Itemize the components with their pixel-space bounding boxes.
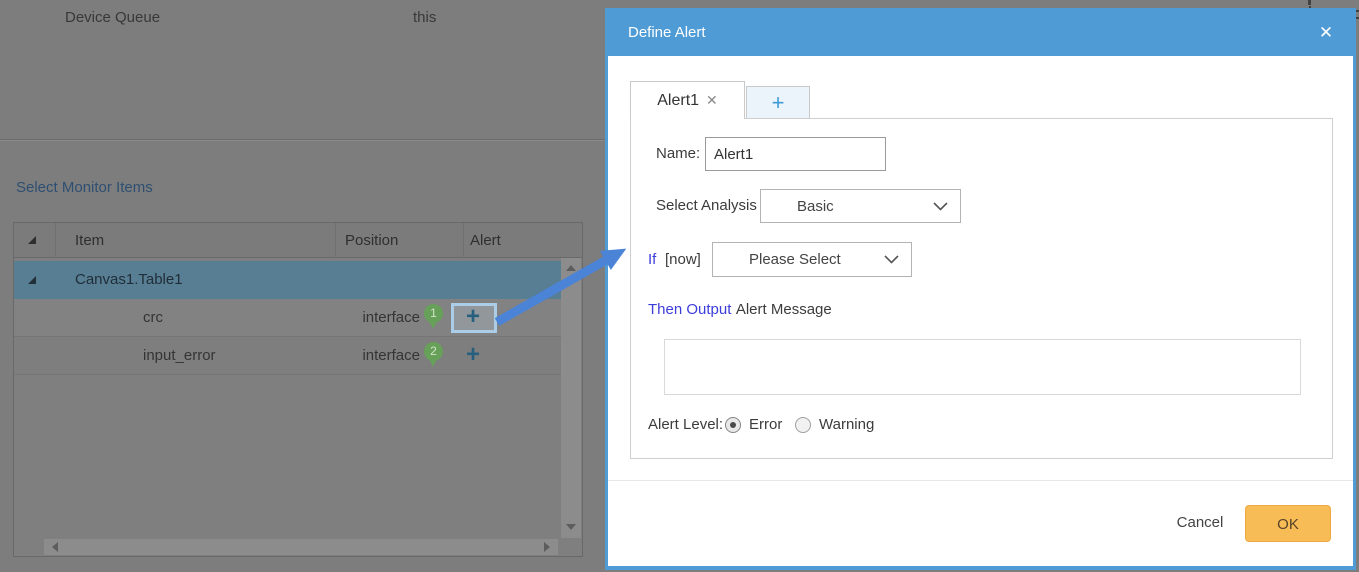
section-title: Select Monitor Items bbox=[16, 179, 153, 196]
define-alert-dialog: Define Alert ✕ Alert1 ✕ + Name: Select A… bbox=[605, 8, 1356, 570]
map-pin-icon: 2 bbox=[424, 342, 443, 367]
vertical-scrollbar[interactable] bbox=[561, 258, 581, 538]
condition-dropdown[interactable]: Please Select bbox=[712, 242, 912, 277]
radio-warning[interactable] bbox=[795, 417, 811, 433]
alert-message-label: Alert Message bbox=[735, 301, 832, 318]
table-header-row: Item Position Alert bbox=[14, 223, 582, 258]
map-pin-icon: 1 bbox=[424, 304, 443, 329]
then-output-row: Then Output Alert Message bbox=[648, 297, 832, 323]
tab-alert1[interactable]: Alert1 ✕ bbox=[630, 81, 745, 119]
screen: Device Queue this Select Monitor Items I… bbox=[0, 0, 1359, 572]
radio-warning-label[interactable]: Warning bbox=[819, 411, 874, 439]
table-row-input-error[interactable]: input_error interface 2 + bbox=[14, 337, 561, 375]
alert-form-panel: Name: Select Analysis Basic If [now] Ple… bbox=[630, 118, 1333, 459]
position-cell: interface bbox=[362, 347, 420, 364]
table-row-crc[interactable]: crc interface 1 + bbox=[14, 299, 561, 337]
group-expander-icon[interactable] bbox=[28, 276, 36, 284]
name-input[interactable] bbox=[705, 137, 886, 171]
dialog-title: Define Alert bbox=[628, 24, 706, 41]
alert-message-textarea[interactable] bbox=[664, 339, 1301, 395]
cancel-button[interactable]: Cancel bbox=[1164, 505, 1236, 541]
radio-error[interactable] bbox=[725, 417, 741, 433]
analysis-dropdown[interactable]: Basic bbox=[760, 189, 961, 223]
scroll-right-icon[interactable] bbox=[544, 542, 550, 552]
scroll-up-icon[interactable] bbox=[566, 265, 576, 271]
position-cell: interface bbox=[362, 309, 420, 326]
footer-divider bbox=[608, 480, 1353, 481]
add-alert-button[interactable]: + bbox=[461, 337, 485, 375]
add-tab-button[interactable]: + bbox=[746, 86, 810, 118]
add-alert-button[interactable]: + bbox=[461, 299, 485, 337]
condition-value: Please Select bbox=[749, 251, 841, 268]
group-row-label: Canvas1.Table1 bbox=[75, 271, 183, 288]
name-label: Name: bbox=[656, 145, 701, 162]
close-icon[interactable]: ✕ bbox=[1311, 10, 1341, 56]
tab-label: Alert1 bbox=[657, 91, 700, 109]
exclamation-icon bbox=[1308, 0, 1311, 5]
select-analysis-label: Select Analysis bbox=[656, 197, 757, 214]
plus-icon: + bbox=[771, 89, 785, 115]
item-cell: input_error bbox=[143, 347, 216, 364]
scroll-left-icon[interactable] bbox=[52, 542, 58, 552]
column-separator bbox=[463, 223, 464, 258]
column-header-alert[interactable]: Alert bbox=[470, 223, 501, 258]
column-separator bbox=[335, 223, 336, 258]
now-qualifier: [now] bbox=[665, 251, 701, 268]
radio-error-label[interactable]: Error bbox=[749, 411, 782, 439]
horizontal-scrollbar[interactable] bbox=[44, 539, 558, 555]
column-header-position[interactable]: Position bbox=[345, 223, 398, 258]
monitor-items-table: Item Position Alert Canvas1.Table1 crc i… bbox=[13, 222, 583, 557]
analysis-value: Basic bbox=[797, 197, 834, 215]
this-label: this bbox=[413, 9, 437, 26]
chevron-down-icon bbox=[933, 201, 948, 211]
if-keyword: If bbox=[648, 251, 657, 268]
tab-close-icon[interactable]: ✕ bbox=[706, 92, 718, 109]
panel-divider bbox=[0, 139, 605, 140]
dialog-header: Define Alert ✕ bbox=[608, 10, 1353, 56]
chevron-down-icon bbox=[884, 255, 899, 264]
then-output-keyword: Then Output bbox=[648, 301, 732, 318]
alert-level-label: Alert Level: bbox=[648, 416, 724, 433]
expand-all-icon[interactable] bbox=[28, 236, 36, 244]
item-cell: crc bbox=[143, 309, 163, 326]
device-queue-label: Device Queue bbox=[65, 9, 161, 26]
scroll-down-icon[interactable] bbox=[566, 524, 576, 530]
column-header-item[interactable]: Item bbox=[75, 223, 104, 258]
table-group-row[interactable]: Canvas1.Table1 bbox=[14, 261, 561, 299]
column-separator bbox=[55, 223, 56, 258]
ok-button[interactable]: OK bbox=[1245, 505, 1331, 542]
